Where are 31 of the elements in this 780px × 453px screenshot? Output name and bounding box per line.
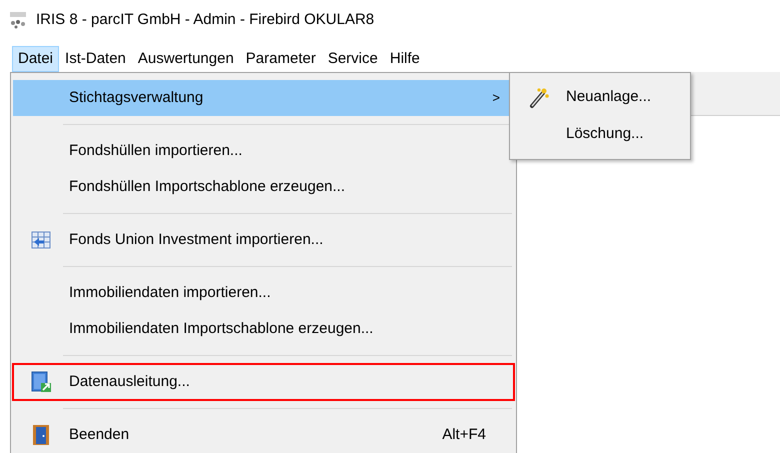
submenu-item-label: Neuanlage... <box>566 87 652 108</box>
shortcut-label: Alt+F4 <box>442 424 486 445</box>
menu-item[interactable]: Datenausleitung... <box>13 364 514 400</box>
menu-item-label: Beenden <box>69 424 130 445</box>
submenu-arrow: > <box>492 89 500 108</box>
submenu-item[interactable]: Neuanlage... <box>512 79 688 116</box>
book-export-icon <box>30 371 52 393</box>
menu-bar-item[interactable]: Parameter <box>240 46 322 72</box>
menu-bar-item[interactable]: Service <box>322 46 384 72</box>
submenu-item-label: Löschung... <box>566 124 644 144</box>
menu-item-label: Stichtagsverwaltung <box>69 88 204 108</box>
menu-item[interactable]: Fondshüllen Importschablone erzeugen... <box>13 169 514 205</box>
menu-item[interactable]: Beenden Alt+F4 <box>13 417 514 453</box>
menu-bar-item[interactable]: Ist-Daten <box>59 46 132 72</box>
menu-item[interactable]: Fonds Union Investment importieren... <box>13 222 514 258</box>
menu-item-label: Fondshüllen importieren... <box>69 140 244 161</box>
menu-item[interactable]: Immobiliendaten importieren... <box>13 275 514 311</box>
menu-item-label: Immobiliendaten importieren... <box>69 282 272 303</box>
window-title: IRIS 8 - parcIT GmbH - Admin - Firebird OKULAR8 <box>36 10 374 30</box>
table-arrow-icon <box>31 231 51 249</box>
magic-wand-icon <box>528 86 550 108</box>
menu-bar-item[interactable]: Hilfe <box>384 46 426 72</box>
menu-item-label: Fondshüllen Importschablone erzeugen... <box>69 176 346 197</box>
menu-item-label: Immobiliendaten Importschablone erzeugen... <box>69 318 374 339</box>
menu-item[interactable]: Immobiliendaten Importschablone erzeugen... <box>13 311 514 347</box>
door-icon <box>32 424 50 446</box>
menu-item-label: Fonds Union Investment importieren... <box>69 230 324 250</box>
menu-item-label: Datenausleitung... <box>69 372 191 392</box>
menu-bar-item[interactable]: Datei <box>12 46 60 72</box>
menu-bar-item[interactable]: Auswertungen <box>132 46 240 72</box>
submenu-item[interactable]: Löschung... <box>512 116 688 153</box>
